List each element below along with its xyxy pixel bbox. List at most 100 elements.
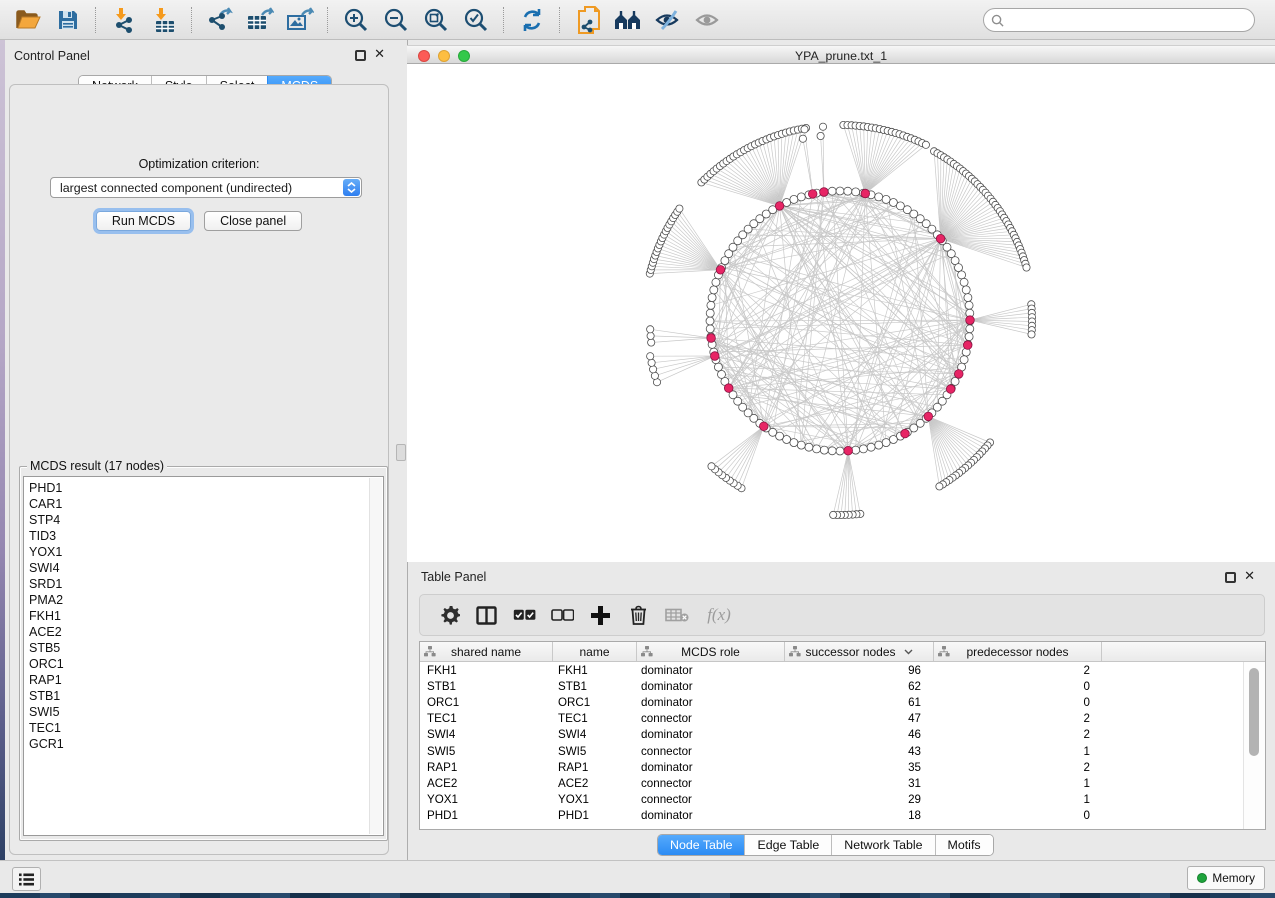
tab-edge-table[interactable]: Edge Table xyxy=(744,835,831,855)
close-panel-icon[interactable]: ✕ xyxy=(374,47,385,61)
search-input[interactable] xyxy=(1008,12,1254,28)
cell-MCDS-role[interactable]: dominator xyxy=(637,761,785,774)
table-row[interactable]: STB1STB1dominator620 xyxy=(420,678,1244,694)
cell-name[interactable]: ORC1 xyxy=(553,696,637,709)
cell-successor-nodes[interactable]: 47 xyxy=(785,712,934,725)
cell-name[interactable]: FKH1 xyxy=(553,664,637,677)
cell-shared-name[interactable]: PHD1 xyxy=(420,809,553,822)
divider-handle[interactable] xyxy=(396,444,406,461)
search-box[interactable] xyxy=(983,8,1255,32)
cell-name[interactable]: TEC1 xyxy=(553,712,637,725)
hide-graphics-details-icon[interactable] xyxy=(650,4,686,36)
cell-successor-nodes[interactable]: 61 xyxy=(785,696,934,709)
cell-MCDS-role[interactable]: connector xyxy=(637,777,785,790)
cell-name[interactable]: ACE2 xyxy=(553,777,637,790)
task-history-list-icon[interactable] xyxy=(12,867,41,891)
table-row[interactable]: RAP1RAP1dominator352 xyxy=(420,759,1244,775)
mcds-list-scrollbar[interactable] xyxy=(369,478,382,834)
cell-successor-nodes[interactable]: 96 xyxy=(785,664,934,677)
cell-shared-name[interactable]: YOX1 xyxy=(420,793,553,806)
tab-motifs[interactable]: Motifs xyxy=(935,835,993,855)
mcds-result-item[interactable]: YOX1 xyxy=(29,544,383,560)
table-row[interactable]: ACE2ACE2connector311 xyxy=(420,775,1244,791)
cell-shared-name[interactable]: SWI5 xyxy=(420,745,553,758)
cell-name[interactable]: PHD1 xyxy=(553,809,637,822)
show-column-icon[interactable] xyxy=(467,606,505,625)
column-header-successor-nodes[interactable]: successor nodes xyxy=(785,642,934,661)
save-session-icon[interactable] xyxy=(50,4,86,36)
table-row[interactable]: PHD1PHD1dominator180 xyxy=(420,808,1244,824)
tab-network-table[interactable]: Network Table xyxy=(831,835,934,855)
cell-name[interactable]: YOX1 xyxy=(553,793,637,806)
close-table-panel-icon[interactable]: ✕ xyxy=(1244,569,1255,583)
mcds-result-item[interactable]: SWI5 xyxy=(29,704,383,720)
export-table-icon[interactable] xyxy=(242,4,278,36)
cell-MCDS-role[interactable]: connector xyxy=(637,712,785,725)
cell-shared-name[interactable]: ORC1 xyxy=(420,696,553,709)
import-table-icon[interactable] xyxy=(146,4,182,36)
delete-table-icon[interactable] xyxy=(657,608,697,622)
mcds-result-item[interactable]: ACE2 xyxy=(29,624,383,640)
network-canvas[interactable] xyxy=(407,64,1275,562)
network-view-titlebar[interactable]: YPA_prune.txt_1 xyxy=(407,45,1275,64)
mcds-result-item[interactable]: STB5 xyxy=(29,640,383,656)
export-image-icon[interactable] xyxy=(282,4,318,36)
cell-predecessor-nodes[interactable]: 1 xyxy=(934,777,1102,790)
cell-name[interactable]: SWI4 xyxy=(553,728,637,741)
mcds-result-item[interactable]: TID3 xyxy=(29,528,383,544)
cell-name[interactable]: STB1 xyxy=(553,680,637,693)
cell-predecessor-nodes[interactable]: 0 xyxy=(934,809,1102,822)
table-row[interactable]: SWI5SWI5connector431 xyxy=(420,743,1244,759)
select-all-icon[interactable] xyxy=(505,609,543,621)
cell-MCDS-role[interactable]: connector xyxy=(637,745,785,758)
refresh-icon[interactable] xyxy=(514,4,550,36)
cell-shared-name[interactable]: FKH1 xyxy=(420,664,553,677)
table-row[interactable]: YOX1YOX1connector291 xyxy=(420,792,1244,808)
table-row[interactable]: ORC1ORC1dominator610 xyxy=(420,694,1244,710)
cell-shared-name[interactable]: STB1 xyxy=(420,680,553,693)
new-network-from-selection-icon[interactable] xyxy=(570,4,606,36)
cell-MCDS-role[interactable]: dominator xyxy=(637,696,785,709)
table-row[interactable]: SWI4SWI4dominator462 xyxy=(420,727,1244,743)
cell-predecessor-nodes[interactable]: 0 xyxy=(934,680,1102,693)
zoom-in-icon[interactable] xyxy=(338,4,374,36)
cell-successor-nodes[interactable]: 31 xyxy=(785,777,934,790)
cell-predecessor-nodes[interactable]: 2 xyxy=(934,728,1102,741)
cell-shared-name[interactable]: RAP1 xyxy=(420,761,553,774)
cell-successor-nodes[interactable]: 18 xyxy=(785,809,934,822)
cell-successor-nodes[interactable]: 35 xyxy=(785,761,934,774)
table-row[interactable]: TEC1TEC1connector472 xyxy=(420,711,1244,727)
column-header-MCDS-role[interactable]: MCDS role xyxy=(637,642,785,661)
cell-successor-nodes[interactable]: 29 xyxy=(785,793,934,806)
float-panel-icon[interactable] xyxy=(355,50,366,61)
cell-predecessor-nodes[interactable]: 1 xyxy=(934,793,1102,806)
cell-shared-name[interactable]: ACE2 xyxy=(420,777,553,790)
table-row[interactable]: FKH1FKH1dominator962 xyxy=(420,662,1244,678)
open-file-icon[interactable] xyxy=(10,4,46,36)
cell-predecessor-nodes[interactable]: 2 xyxy=(934,712,1102,725)
table-scrollbar[interactable] xyxy=(1243,662,1265,829)
mcds-result-item[interactable]: PHD1 xyxy=(29,480,383,496)
unselect-all-icon[interactable] xyxy=(543,609,581,621)
mcds-result-item[interactable]: RAP1 xyxy=(29,672,383,688)
cell-MCDS-role[interactable]: dominator xyxy=(637,728,785,741)
export-network-icon[interactable] xyxy=(202,4,238,36)
cell-shared-name[interactable]: TEC1 xyxy=(420,712,553,725)
cell-predecessor-nodes[interactable]: 2 xyxy=(934,761,1102,774)
cell-name[interactable]: RAP1 xyxy=(553,761,637,774)
create-column-plus-icon[interactable] xyxy=(581,605,620,626)
mcds-result-item[interactable]: PMA2 xyxy=(29,592,383,608)
cell-successor-nodes[interactable]: 62 xyxy=(785,680,934,693)
table-settings-gear-icon[interactable] xyxy=(433,606,467,625)
show-graphics-details-icon[interactable] xyxy=(690,4,726,36)
tab-node-table[interactable]: Node Table xyxy=(658,835,744,855)
cell-successor-nodes[interactable]: 43 xyxy=(785,745,934,758)
cell-predecessor-nodes[interactable]: 2 xyxy=(934,664,1102,677)
mcds-result-item[interactable]: STP4 xyxy=(29,512,383,528)
close-panel-button[interactable]: Close panel xyxy=(204,211,302,231)
cell-MCDS-role[interactable]: dominator xyxy=(637,680,785,693)
cell-MCDS-role[interactable]: connector xyxy=(637,793,785,806)
import-network-icon[interactable] xyxy=(106,4,142,36)
delete-column-trash-icon[interactable] xyxy=(620,605,657,625)
home-networks-icon[interactable] xyxy=(610,4,646,36)
